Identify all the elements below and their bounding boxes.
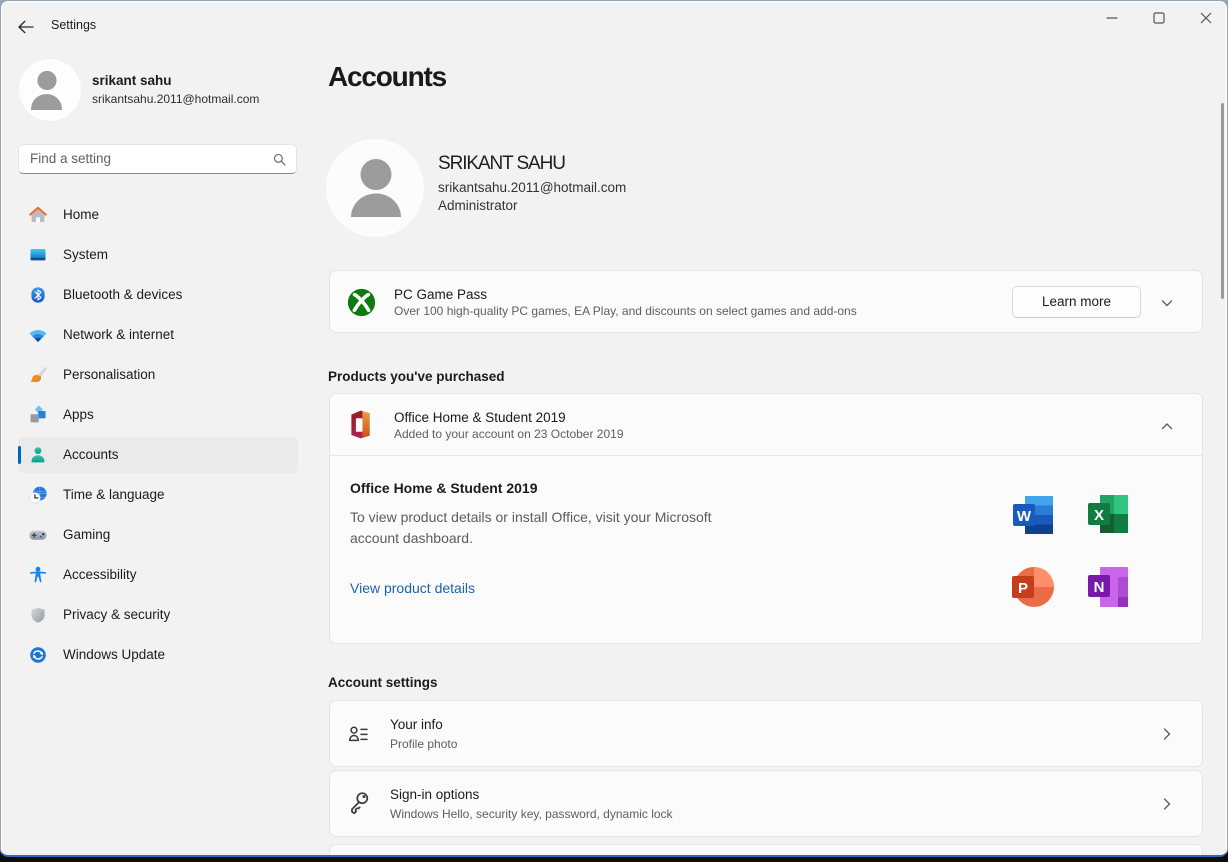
svg-text:W: W (1017, 508, 1032, 525)
svg-text:P: P (1018, 580, 1028, 597)
svg-text:X: X (1094, 507, 1104, 524)
svg-text:N: N (1094, 579, 1105, 596)
